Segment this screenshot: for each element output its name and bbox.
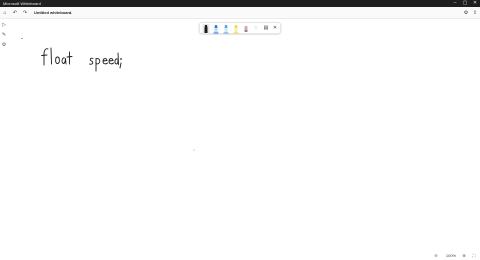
ink-layer xyxy=(21,38,195,151)
redo-icon[interactable]: ↷ xyxy=(21,9,29,17)
minimize-icon[interactable]: – xyxy=(450,0,460,7)
close-icon[interactable]: ✕ xyxy=(470,0,480,7)
maximize-icon[interactable]: ▢ xyxy=(460,0,470,7)
ink-word-speed xyxy=(89,52,122,72)
status-bar: ⊖ 100% ⊕ ⛶ xyxy=(0,252,480,260)
zoom-in-icon[interactable]: ⊕ xyxy=(460,252,468,260)
app-bar: ⌂ ↶ ↷ Untitled whiteboard ⌄ ⚙ ⇪ xyxy=(0,7,480,19)
ink-word-float xyxy=(41,47,73,66)
fit-to-screen-icon[interactable]: ⛶ xyxy=(470,252,478,260)
window-title-bar: Microsoft Whiteboard – ▢ ✕ xyxy=(0,0,480,7)
chevron-down-icon[interactable]: ⌄ xyxy=(69,7,72,19)
zoom-level[interactable]: 100% xyxy=(444,252,458,260)
app-title: Microsoft Whiteboard xyxy=(3,1,41,6)
whiteboard-canvas[interactable] xyxy=(0,20,480,252)
home-icon[interactable]: ⌂ xyxy=(1,9,9,17)
board-title[interactable]: Untitled whiteboard xyxy=(34,7,71,19)
zoom-out-icon[interactable]: ⊖ xyxy=(432,252,440,260)
share-icon[interactable]: ⇪ xyxy=(471,9,479,17)
board-settings-icon[interactable]: ⚙ xyxy=(462,9,470,17)
undo-icon[interactable]: ↶ xyxy=(11,9,19,17)
